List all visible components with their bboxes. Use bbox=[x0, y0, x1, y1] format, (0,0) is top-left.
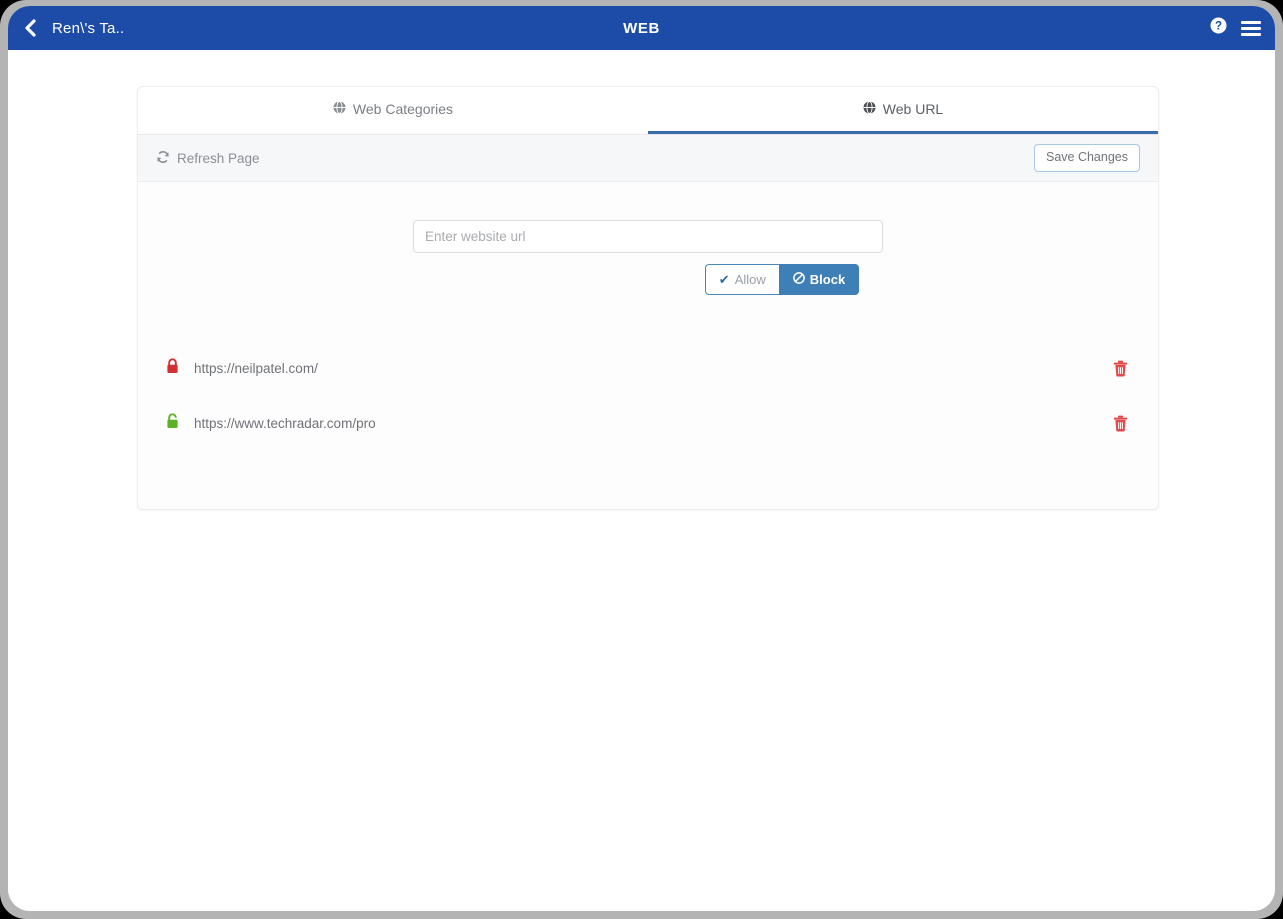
url-form-area: ✔ Allow Block bbox=[138, 182, 1158, 296]
device-frame: Ren\'s Ta.. WEB ? Web Categories Web URL… bbox=[0, 0, 1283, 919]
tab-web-categories-label: Web Categories bbox=[352, 101, 454, 117]
tab-web-url[interactable]: Web URL bbox=[648, 87, 1158, 134]
block-button-label: Block bbox=[809, 271, 846, 287]
delete-url-button[interactable] bbox=[1111, 358, 1130, 379]
lock-open-icon bbox=[166, 413, 179, 434]
allow-block-row: ✔ Allow Block bbox=[138, 264, 1158, 296]
app-bar-right: ? bbox=[1210, 17, 1261, 39]
app-bar-left: Ren\'s Ta.. bbox=[22, 18, 124, 38]
page-body: Web Categories Web URL Refresh Page Save… bbox=[8, 50, 1275, 911]
globe-icon bbox=[333, 101, 346, 117]
app-bar: Ren\'s Ta.. WEB ? bbox=[8, 6, 1275, 50]
refresh-page-button[interactable]: Refresh Page bbox=[156, 150, 260, 167]
allow-button-label: Allow bbox=[734, 271, 766, 287]
url-input-wrapper bbox=[138, 220, 1158, 253]
tab-bar: Web Categories Web URL bbox=[138, 87, 1158, 135]
device-screen: Ren\'s Ta.. WEB ? Web Categories Web URL… bbox=[8, 6, 1275, 911]
list-item: https://neilpatel.com/ bbox=[138, 341, 1158, 396]
trash-icon bbox=[1113, 360, 1128, 377]
chevron-left-icon[interactable] bbox=[22, 18, 38, 38]
ban-icon bbox=[792, 272, 805, 287]
url-list: https://neilpatel.com/ https://www.techr… bbox=[138, 295, 1158, 510]
website-url-input[interactable] bbox=[413, 220, 883, 253]
url-text: https://neilpatel.com/ bbox=[194, 361, 318, 377]
allow-block-button-group: ✔ Allow Block bbox=[704, 264, 860, 296]
check-icon: ✔ bbox=[718, 272, 730, 288]
hamburger-menu-icon[interactable] bbox=[1241, 20, 1261, 36]
page-title: WEB bbox=[623, 19, 660, 37]
lock-closed-icon bbox=[166, 358, 179, 379]
refresh-icon bbox=[156, 150, 170, 167]
svg-text:?: ? bbox=[1215, 21, 1222, 33]
allow-button[interactable]: ✔ Allow bbox=[704, 264, 779, 296]
help-circle-icon[interactable]: ? bbox=[1210, 17, 1227, 39]
card-toolbar: Refresh Page Save Changes bbox=[138, 135, 1158, 182]
globe-icon bbox=[863, 101, 876, 117]
refresh-page-label: Refresh Page bbox=[177, 150, 260, 166]
trash-icon bbox=[1113, 415, 1128, 432]
url-text: https://www.techradar.com/pro bbox=[194, 416, 376, 432]
list-item: https://www.techradar.com/pro bbox=[138, 396, 1158, 451]
tab-web-categories[interactable]: Web Categories bbox=[138, 87, 648, 134]
delete-url-button[interactable] bbox=[1111, 413, 1130, 434]
tab-web-url-label: Web URL bbox=[882, 101, 944, 117]
web-url-card: Web Categories Web URL Refresh Page Save… bbox=[137, 86, 1159, 511]
back-title[interactable]: Ren\'s Ta.. bbox=[52, 20, 124, 37]
block-button[interactable]: Block bbox=[778, 264, 860, 296]
save-changes-button[interactable]: Save Changes bbox=[1033, 144, 1140, 172]
